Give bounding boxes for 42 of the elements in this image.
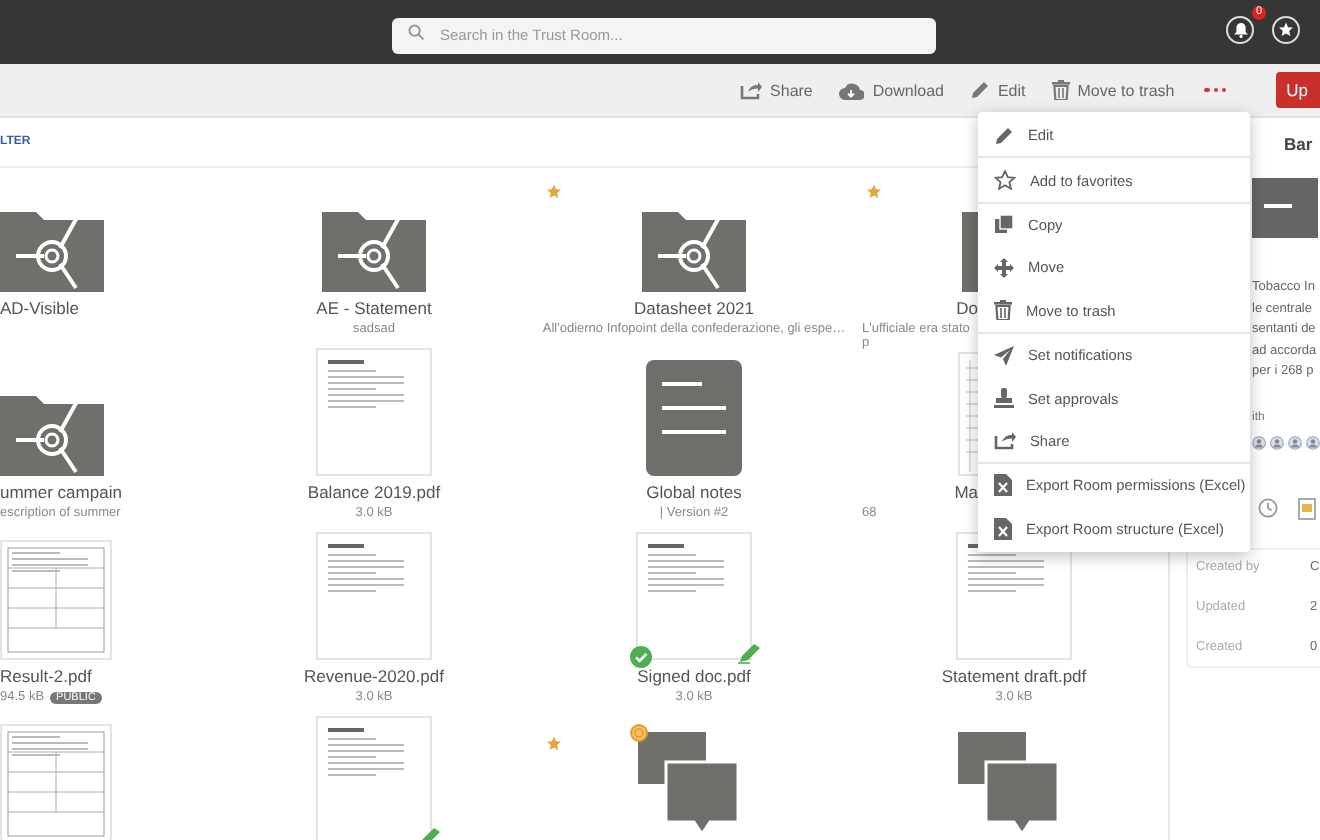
item-name[interactable]: Datasheet 2021 — [633, 298, 755, 318]
item-name[interactable]: AE - Statement — [316, 298, 432, 318]
share-icon — [740, 80, 763, 100]
trash-icon — [1051, 80, 1070, 100]
share-button[interactable]: Share — [740, 80, 813, 100]
item-name[interactable]: Signed doc.pdf — [637, 666, 751, 686]
star-outline-icon — [994, 170, 1016, 191]
copy-icon — [994, 214, 1014, 235]
pencil-icon — [994, 125, 1014, 146]
bell-icon — [1233, 22, 1247, 38]
clock-icon — [1258, 498, 1278, 518]
item-name[interactable]: Balance 2019.pdf — [307, 482, 441, 502]
avatar-icon — [1270, 431, 1284, 453]
notifications-button[interactable] — [1226, 16, 1254, 44]
share-icon — [994, 430, 1016, 451]
avatar-icon — [1306, 431, 1320, 453]
item-name[interactable]: Result-2.pdf — [0, 666, 92, 686]
avatar-icon — [1252, 431, 1266, 453]
item-name[interactable]: Statement draft.pdf — [941, 666, 1087, 686]
star-icon — [1278, 22, 1294, 38]
item-name[interactable]: Ma — [854, 482, 978, 502]
search-icon — [408, 24, 424, 40]
trash-button[interactable]: Move to trash — [1051, 80, 1175, 100]
edit-button[interactable]: Edit — [969, 80, 1026, 100]
stamp-icon — [994, 388, 1014, 409]
paper-plane-icon — [994, 345, 1014, 366]
upload-button[interactable]: Up — [1276, 72, 1320, 108]
item-name[interactable]: Global notes — [646, 482, 742, 502]
favorites-button[interactable] — [1272, 16, 1300, 44]
item-name[interactable]: AD-Visible — [0, 298, 80, 318]
move-arrows-icon — [994, 257, 1014, 278]
trash-icon — [994, 300, 1012, 321]
pencil-icon — [969, 80, 990, 100]
download-button[interactable]: Download — [838, 81, 944, 99]
avatar-icon — [1288, 431, 1302, 453]
item-title: Bar — [1282, 132, 1315, 154]
item-name[interactable]: Do — [854, 298, 978, 318]
cloud-download-icon — [838, 81, 865, 99]
spreadsheet-file-icon — [994, 474, 1012, 497]
spreadsheet-file-icon — [994, 517, 1012, 540]
item-name[interactable]: ummer campain — [0, 482, 122, 502]
item-name[interactable]: Revenue-2020.pdf — [304, 666, 444, 686]
